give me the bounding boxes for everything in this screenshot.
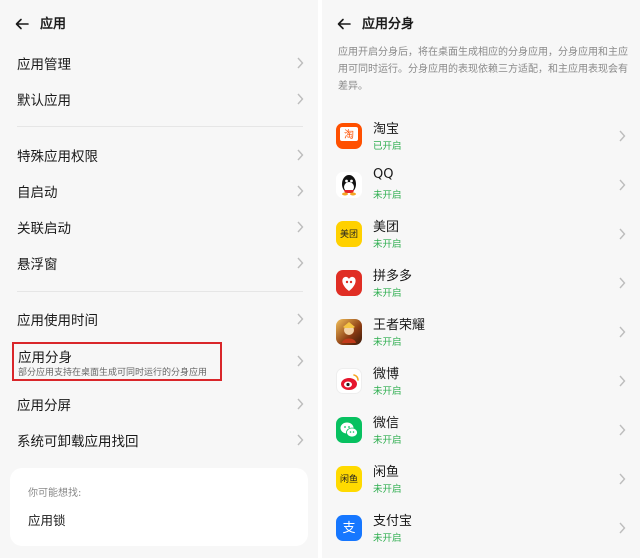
row-label: 特殊应用权限 xyxy=(17,149,98,165)
row-label: 悬浮窗 xyxy=(17,257,58,273)
app-status: 未开启 xyxy=(373,190,402,201)
wechat-icon xyxy=(336,417,362,443)
app-status: 未开启 xyxy=(373,435,402,446)
svg-text:闲鱼: 闲鱼 xyxy=(340,473,358,485)
app-status: 未开启 xyxy=(373,386,402,397)
pinduoduo-icon xyxy=(336,270,362,296)
row-floating-window[interactable]: 悬浮窗 xyxy=(0,250,318,276)
header: 应用分身 xyxy=(322,10,640,40)
app-name: 淘宝 xyxy=(373,122,400,137)
qq-icon xyxy=(336,172,362,198)
chevron-right-icon xyxy=(297,434,304,446)
row-label: 系统可卸载应用找回 xyxy=(17,434,139,450)
back-arrow-icon[interactable] xyxy=(14,16,30,32)
chevron-right-icon xyxy=(619,522,626,534)
row-split-screen[interactable]: 应用分屏 xyxy=(0,391,318,417)
row-associated-start[interactable]: 关联启动 xyxy=(0,214,318,240)
chevron-right-icon xyxy=(619,326,626,338)
svg-text:美团: 美团 xyxy=(340,228,358,240)
app-status: 未开启 xyxy=(373,337,402,348)
row-auto-start[interactable]: 自启动 xyxy=(0,178,318,204)
meituan-icon: 美团 xyxy=(336,221,362,247)
app-settings-panel: 应用 应用管理 默认应用 特殊应用权限 自启动 关联启动 悬浮窗 应用使用时间 … xyxy=(0,0,318,558)
app-row-wechat[interactable]: 微信 未开启 xyxy=(322,410,640,454)
row-label: 应用分屏 xyxy=(17,398,71,414)
alipay-icon: 支 xyxy=(336,515,362,541)
app-row-meituan[interactable]: 美团 美团 未开启 xyxy=(322,214,640,258)
chevron-right-icon xyxy=(297,185,304,197)
app-name: 美团 xyxy=(373,220,400,235)
svg-text:淘: 淘 xyxy=(344,128,354,141)
app-name: 微博 xyxy=(373,367,400,382)
app-name: 闲鱼 xyxy=(373,465,400,480)
app-name: 拼多多 xyxy=(373,269,413,284)
app-clone-label: 应用分身 xyxy=(18,350,72,366)
app-status: 未开启 xyxy=(373,239,402,250)
chevron-right-icon xyxy=(619,179,626,191)
suggestion-hint: 你可能想找: xyxy=(28,488,82,499)
divider xyxy=(17,291,303,292)
app-row-alipay[interactable]: 支 支付宝 未开启 xyxy=(322,508,640,552)
row-app-usage-time[interactable]: 应用使用时间 xyxy=(0,306,318,332)
app-clone-panel: 应用分身 应用开启分身后，将在桌面生成相应的分身应用，分身应用和主应用可同时运行… xyxy=(322,0,640,558)
page-title: 应用 xyxy=(40,17,67,32)
row-label: 自启动 xyxy=(17,185,58,201)
app-clone-description: 部分应用支持在桌面生成可同时运行的分身应用 xyxy=(18,368,208,378)
page-title: 应用分身 xyxy=(362,17,415,32)
app-status: 未开启 xyxy=(373,288,402,299)
app-row-taobao[interactable]: 淘 淘宝 已开启 xyxy=(322,116,640,160)
app-status: 未开启 xyxy=(373,484,402,495)
chevron-right-icon xyxy=(619,424,626,436)
chevron-right-icon xyxy=(297,257,304,269)
app-name: 微信 xyxy=(373,416,400,431)
chevron-right-icon xyxy=(297,398,304,410)
chevron-right-icon xyxy=(619,130,626,142)
row-label: 默认应用 xyxy=(17,93,71,109)
chevron-right-icon xyxy=(297,221,304,233)
back-arrow-icon[interactable] xyxy=(336,16,352,32)
weibo-icon xyxy=(336,368,362,394)
app-row-weibo[interactable]: 微博 未开启 xyxy=(322,361,640,405)
app-row-honor-of-kings[interactable]: 王者荣耀 未开启 xyxy=(322,312,640,356)
chevron-right-icon xyxy=(297,355,304,367)
row-label: 关联启动 xyxy=(17,221,71,237)
app-status: 未开启 xyxy=(373,533,402,544)
row-label: 应用管理 xyxy=(17,57,71,73)
row-restore-uninstalled-apps[interactable]: 系统可卸载应用找回 xyxy=(0,427,318,453)
app-name: 支付宝 xyxy=(373,514,413,529)
divider xyxy=(17,126,303,127)
chevron-right-icon xyxy=(619,277,626,289)
chevron-right-icon xyxy=(297,313,304,325)
app-row-pinduoduo[interactable]: 拼多多 未开启 xyxy=(322,263,640,307)
app-name: 王者荣耀 xyxy=(373,318,426,333)
chevron-right-icon xyxy=(619,473,626,485)
chevron-right-icon xyxy=(619,228,626,240)
xianyu-icon: 闲鱼 xyxy=(336,466,362,492)
row-label: 应用使用时间 xyxy=(17,313,98,329)
row-default-apps[interactable]: 默认应用 xyxy=(0,86,318,112)
chevron-right-icon xyxy=(619,375,626,387)
honor-of-kings-icon xyxy=(336,319,362,345)
header: 应用 xyxy=(0,10,318,40)
svg-text:支: 支 xyxy=(342,521,355,536)
chevron-right-icon xyxy=(297,93,304,105)
app-row-xianyu[interactable]: 闲鱼 闲鱼 未开启 xyxy=(322,459,640,503)
suggestion-app-lock[interactable]: 应用锁 xyxy=(28,510,66,529)
suggestion-card: 你可能想找: 应用锁 xyxy=(10,468,308,546)
chevron-right-icon xyxy=(297,149,304,161)
clone-description: 应用开启分身后，将在桌面生成相应的分身应用，分身应用和主应用可同时运行。分身应用… xyxy=(338,47,628,92)
taobao-icon: 淘 xyxy=(336,123,362,149)
app-status: 已开启 xyxy=(373,141,402,152)
app-name: QQ xyxy=(373,167,394,182)
row-special-permissions[interactable]: 特殊应用权限 xyxy=(0,142,318,168)
chevron-right-icon xyxy=(297,57,304,69)
app-row-qq[interactable]: QQ 未开启 xyxy=(322,165,640,209)
row-app-management[interactable]: 应用管理 xyxy=(0,50,318,76)
